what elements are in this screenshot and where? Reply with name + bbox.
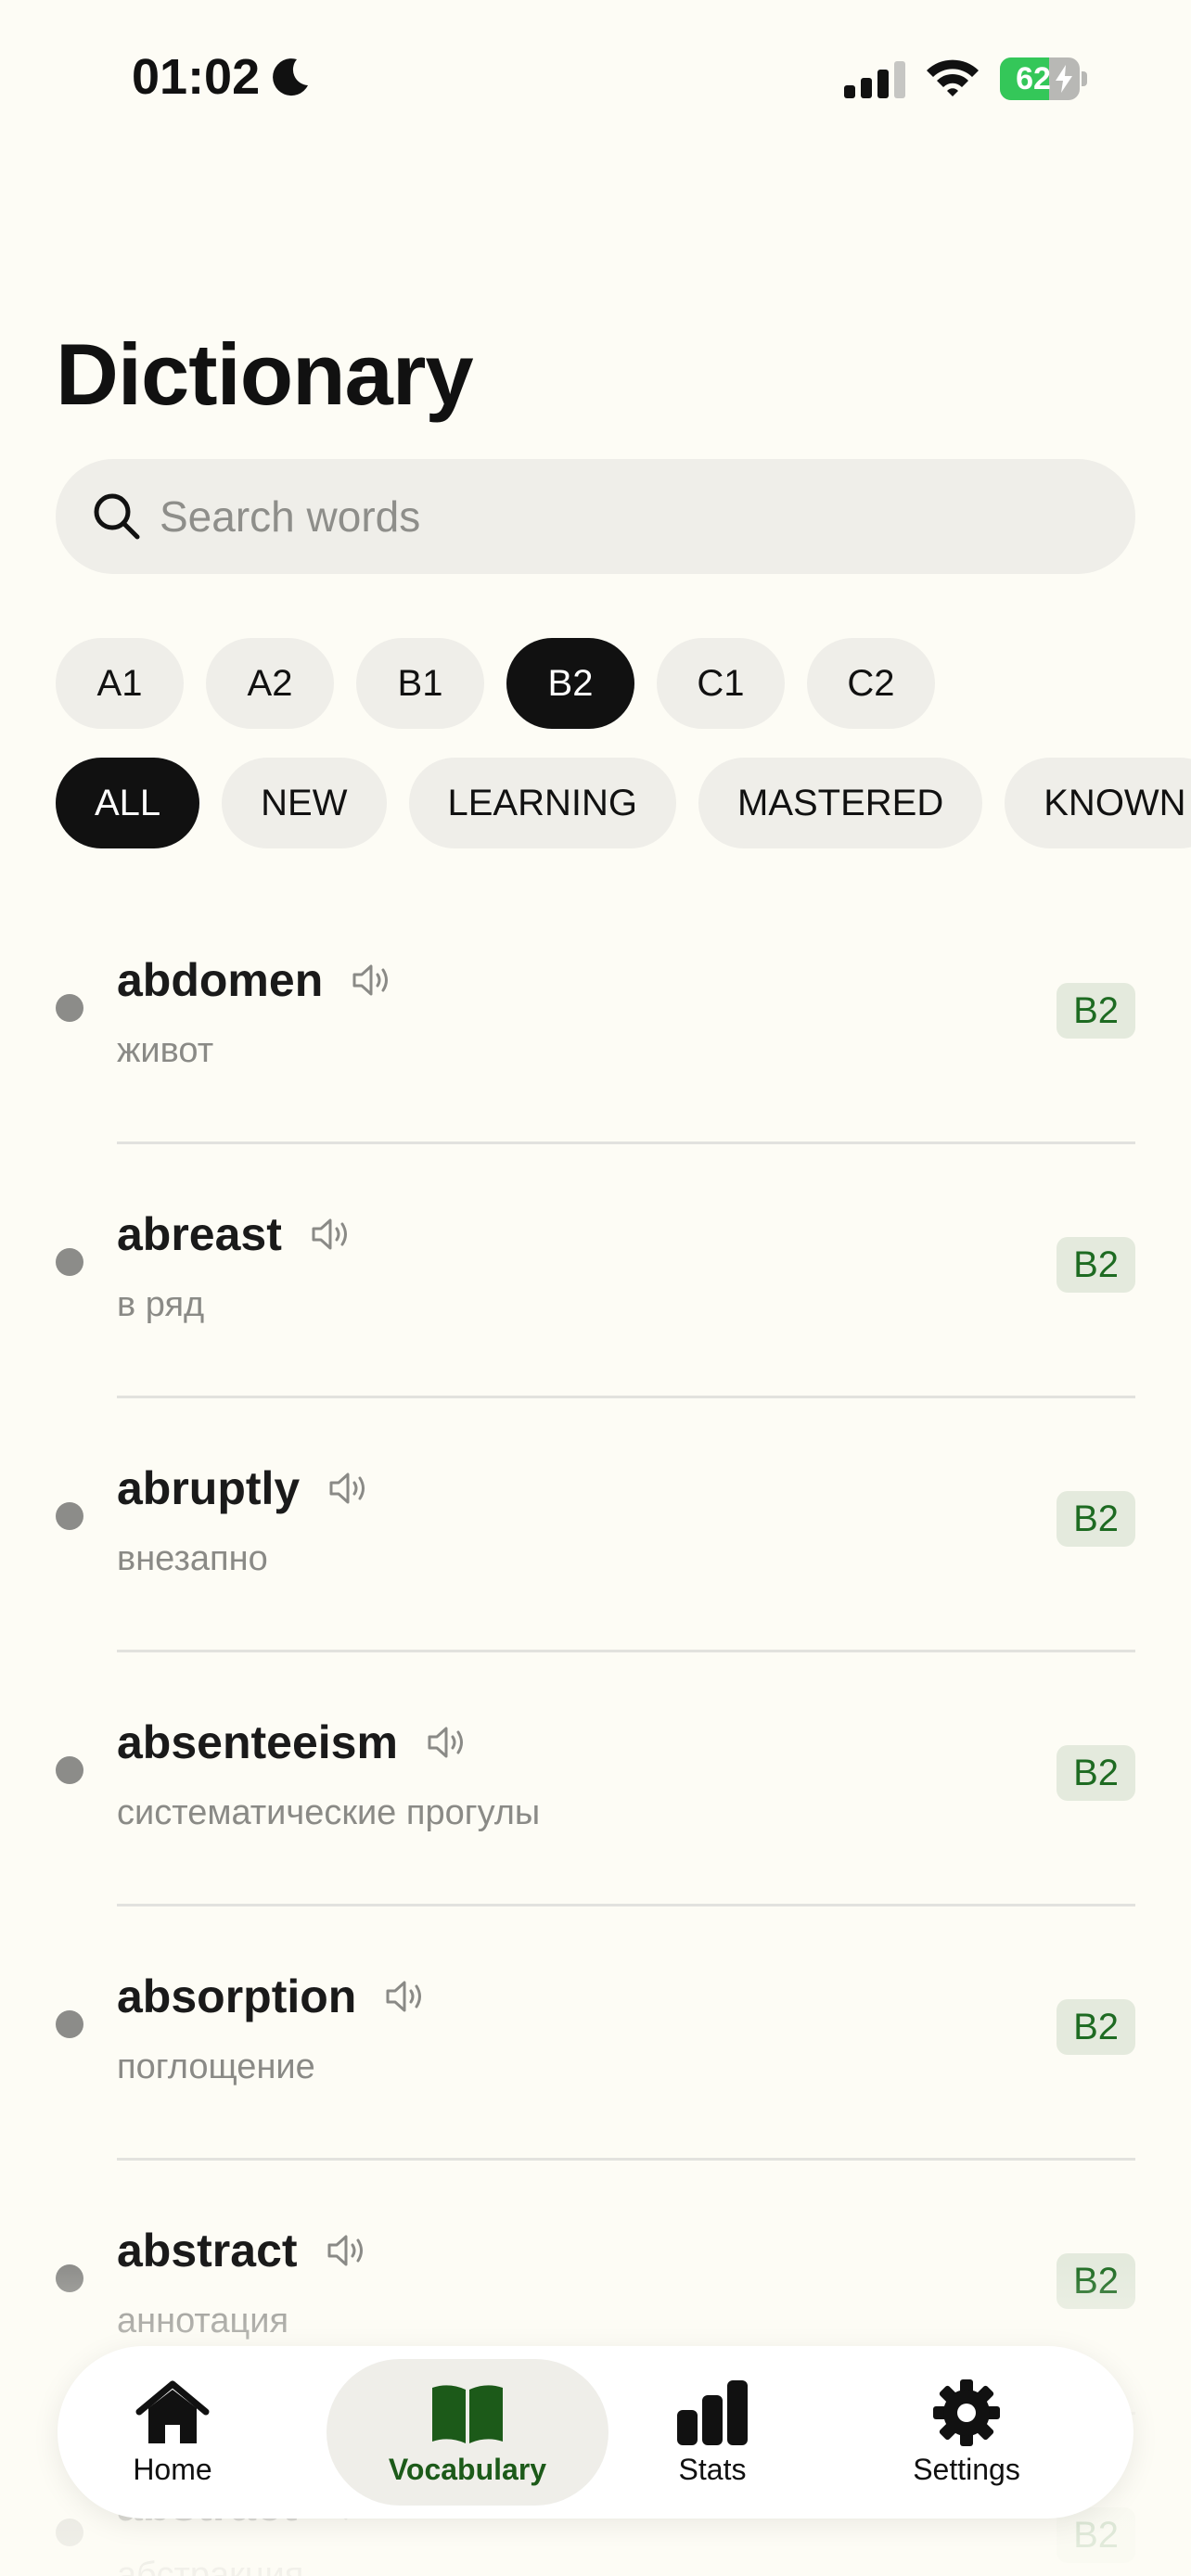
- speaker-icon[interactable]: [426, 1724, 470, 1761]
- status-filter-row: ALL NEW LEARNING MASTERED KNOWN: [56, 758, 1191, 848]
- status-bar: 01:02 62: [0, 0, 1191, 158]
- moon-icon: [273, 58, 309, 96]
- status-dot: [56, 1502, 83, 1530]
- word-text: abstract: [117, 2225, 298, 2276]
- word-text: abdomen: [117, 954, 324, 1006]
- speaker-icon[interactable]: [310, 1216, 354, 1253]
- translation-text: аннотация: [117, 2302, 289, 2340]
- word-row[interactable]: absorption поглощение B2: [0, 1906, 1191, 2161]
- status-dot: [56, 2519, 83, 2546]
- word-text: abruptly: [117, 1462, 301, 1514]
- level-badge: B2: [1057, 2253, 1135, 2309]
- word-row[interactable]: absenteeism систематические прогулы B2: [0, 1652, 1191, 1906]
- level-filter-row: A1 A2 B1 B2 C1 C2: [56, 638, 935, 729]
- level-badge: B2: [1057, 1237, 1135, 1293]
- battery-indicator: 62: [1000, 57, 1087, 100]
- level-badge: B2: [1057, 983, 1135, 1039]
- wifi-icon: [927, 59, 979, 96]
- word-text: absorption: [117, 1970, 357, 2022]
- level-badge: B2: [1057, 1491, 1135, 1547]
- status-dot: [56, 2010, 83, 2038]
- battery-nub: [1082, 71, 1087, 86]
- translation-text: в ряд: [117, 1285, 205, 1324]
- status-dot: [56, 1756, 83, 1784]
- status-dot: [56, 2264, 83, 2292]
- level-chip-a1[interactable]: A1: [56, 638, 184, 729]
- speaker-icon[interactable]: [351, 962, 395, 999]
- level-badge: B2: [1057, 1745, 1135, 1801]
- status-chip-learning[interactable]: LEARNING: [408, 758, 676, 848]
- status-chip-known[interactable]: KNOWN: [1005, 758, 1191, 848]
- status-chip-new[interactable]: NEW: [222, 758, 387, 848]
- status-chip-mastered[interactable]: MASTERED: [698, 758, 983, 848]
- tab-settings[interactable]: Settings: [874, 2359, 1059, 2506]
- level-chip-b1[interactable]: B1: [356, 638, 484, 729]
- level-chip-b2[interactable]: B2: [506, 638, 634, 729]
- house-icon: [135, 2380, 210, 2443]
- charging-bolt-icon: [1056, 65, 1072, 93]
- translation-text: абстракция: [117, 2556, 304, 2576]
- level-chip-a2[interactable]: A2: [206, 638, 334, 729]
- tab-label-settings: Settings: [913, 2452, 1020, 2486]
- status-dot: [56, 994, 83, 1022]
- dictionary-screen: 01:02 62 Dictionary Search words A1 A2 B…: [0, 0, 1191, 2576]
- bottom-tab-bar: Home Vocabulary Stats Settings: [58, 2346, 1133, 2519]
- speaker-icon[interactable]: [384, 1978, 429, 2015]
- word-row[interactable]: abreast в ряд B2: [0, 1144, 1191, 1398]
- word-text: absenteeism: [117, 1716, 398, 1768]
- tab-vocabulary[interactable]: Vocabulary: [327, 2359, 608, 2506]
- cellular-signal-icon: [844, 61, 905, 98]
- status-chip-all[interactable]: ALL: [56, 758, 200, 848]
- tab-label-vocabulary: Vocabulary: [388, 2452, 547, 2486]
- translation-text: систематические прогулы: [117, 1793, 541, 1832]
- status-time: 01:02: [132, 48, 312, 106]
- level-badge: B2: [1057, 1999, 1135, 2055]
- search-icon: [94, 493, 140, 540]
- battery-body: 62: [1000, 57, 1080, 100]
- speaker-icon[interactable]: [327, 1470, 372, 1507]
- bar-chart-icon: [677, 2379, 748, 2445]
- level-chip-c1[interactable]: C1: [657, 638, 785, 729]
- tab-label-home: Home: [133, 2452, 212, 2486]
- tab-home[interactable]: Home: [108, 2359, 237, 2506]
- translation-text: живот: [117, 1031, 214, 1070]
- tab-label-stats: Stats: [678, 2452, 747, 2486]
- word-row[interactable]: abruptly внезапно B2: [0, 1398, 1191, 1652]
- gear-icon: [933, 2378, 1000, 2446]
- word-text: abreast: [117, 1208, 282, 1260]
- search-bar[interactable]: [56, 459, 1135, 574]
- speaker-icon[interactable]: [326, 2232, 370, 2269]
- word-row[interactable]: abdomen живот B2: [0, 890, 1191, 1144]
- translation-text: поглощение: [117, 2047, 315, 2086]
- level-chip-c2[interactable]: C2: [807, 638, 935, 729]
- book-icon: [432, 2384, 503, 2443]
- translation-text: внезапно: [117, 1539, 268, 1578]
- status-dot: [56, 1248, 83, 1276]
- page-title: Dictionary: [56, 325, 474, 423]
- time-text: 01:02: [132, 49, 261, 105]
- tab-stats[interactable]: Stats: [647, 2359, 777, 2506]
- word-list: abdomen живот B2 abreast в ряд B2 abrupt…: [0, 890, 1191, 2576]
- search-input[interactable]: [160, 459, 1106, 574]
